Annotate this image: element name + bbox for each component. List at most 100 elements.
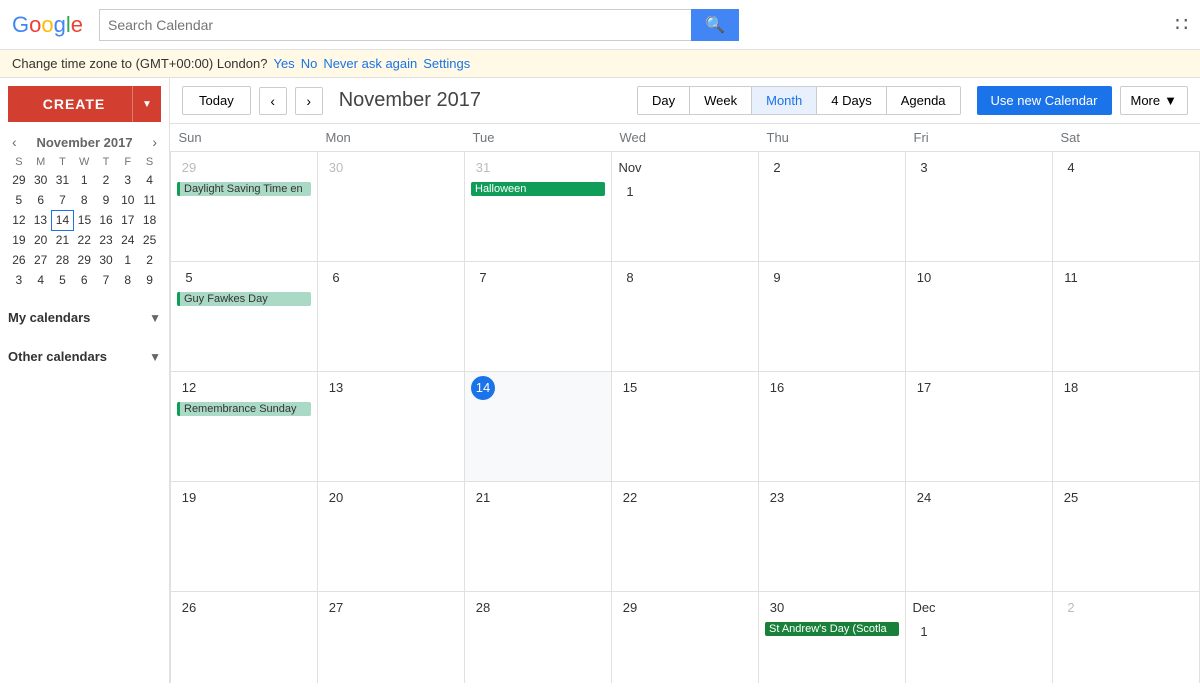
day-number[interactable]: 10	[912, 266, 936, 290]
mini-cal-day[interactable]: 28	[52, 250, 74, 270]
mini-cal-day[interactable]: 27	[30, 250, 52, 270]
day-number[interactable]: 7	[471, 266, 495, 290]
calendar-day-cell[interactable]: 6	[318, 262, 465, 372]
calendar-day-cell[interactable]: 2	[1053, 592, 1200, 684]
calendar-day-cell[interactable]: 23	[759, 482, 906, 592]
day-number[interactable]: 14	[471, 376, 495, 400]
day-number[interactable]: 29	[618, 596, 642, 620]
event-chip[interactable]: Daylight Saving Time en	[177, 182, 311, 196]
calendar-day-cell[interactable]: 9	[759, 262, 906, 372]
mini-cal-day[interactable]: 5	[52, 270, 74, 290]
use-new-calendar-button[interactable]: Use new Calendar	[977, 86, 1112, 115]
mini-cal-day[interactable]: 3	[8, 270, 30, 290]
day-number[interactable]: 4	[1059, 156, 1083, 180]
day-number[interactable]: 2	[1059, 596, 1083, 620]
day-number[interactable]: 23	[765, 486, 789, 510]
mini-cal-day[interactable]: 8	[73, 190, 95, 210]
day-number[interactable]: 3	[912, 156, 936, 180]
apps-grid-icon[interactable]: ∷	[1175, 12, 1188, 37]
day-number[interactable]: 29	[177, 156, 201, 180]
other-calendars-header[interactable]: Other calendars ▼	[8, 345, 161, 368]
event-chip[interactable]: Guy Fawkes Day	[177, 292, 311, 306]
timezone-never[interactable]: Never ask again	[323, 56, 417, 71]
mini-cal-day[interactable]: 23	[95, 230, 117, 250]
view-week[interactable]: Week	[690, 87, 752, 114]
day-number[interactable]: 19	[177, 486, 201, 510]
calendar-day-cell[interactable]: 13	[318, 372, 465, 482]
calendar-day-cell[interactable]: 31Halloween	[465, 152, 612, 262]
mini-cal-day[interactable]: 2	[95, 170, 117, 190]
day-number[interactable]: 17	[912, 376, 936, 400]
day-number[interactable]: 21	[471, 486, 495, 510]
search-button[interactable]: 🔍	[691, 9, 739, 41]
calendar-day-cell[interactable]: 2	[759, 152, 906, 262]
mini-cal-day[interactable]: 12	[8, 210, 30, 230]
calendar-day-cell[interactable]: 3	[906, 152, 1053, 262]
mini-cal-day[interactable]: 1	[73, 170, 95, 190]
mini-cal-day[interactable]: 5	[8, 190, 30, 210]
mini-cal-day[interactable]: 31	[52, 170, 74, 190]
create-button[interactable]: CREATE ▼	[8, 86, 161, 122]
mini-cal-day[interactable]: 7	[95, 270, 117, 290]
day-number[interactable]: 20	[324, 486, 348, 510]
my-calendars-header[interactable]: My calendars ▼	[8, 306, 161, 329]
mini-cal-day[interactable]: 26	[8, 250, 30, 270]
mini-cal-day[interactable]: 29	[8, 170, 30, 190]
day-number[interactable]: 18	[1059, 376, 1083, 400]
view-agenda[interactable]: Agenda	[887, 87, 960, 114]
mini-cal-day[interactable]: 16	[95, 210, 117, 230]
calendar-day-cell[interactable]: Dec 1	[906, 592, 1053, 684]
mini-cal-day[interactable]: 1	[117, 250, 139, 270]
mini-cal-day[interactable]: 20	[30, 230, 52, 250]
calendar-day-cell[interactable]: 26	[171, 592, 318, 684]
calendar-day-cell[interactable]: 18	[1053, 372, 1200, 482]
event-chip[interactable]: Halloween	[471, 182, 605, 196]
calendar-day-cell[interactable]: 15	[612, 372, 759, 482]
mini-cal-day[interactable]: 17	[117, 210, 139, 230]
calendar-day-cell[interactable]: 20	[318, 482, 465, 592]
next-month-button[interactable]: ›	[295, 87, 323, 115]
prev-month-button[interactable]: ‹	[259, 87, 287, 115]
mini-cal-day[interactable]: 18	[139, 210, 161, 230]
search-input[interactable]	[99, 9, 691, 41]
calendar-day-cell[interactable]: 11	[1053, 262, 1200, 372]
event-chip[interactable]: Remembrance Sunday	[177, 402, 311, 416]
calendar-day-cell[interactable]: Nov 1	[612, 152, 759, 262]
day-number[interactable]: 11	[1059, 266, 1083, 290]
day-number[interactable]: 2	[765, 156, 789, 180]
day-number[interactable]: 5	[177, 266, 201, 290]
day-number[interactable]: 12	[177, 376, 201, 400]
calendar-day-cell[interactable]: 29	[612, 592, 759, 684]
mini-cal-day[interactable]: 6	[73, 270, 95, 290]
mini-cal-day[interactable]: 2	[139, 250, 161, 270]
day-number[interactable]: 13	[324, 376, 348, 400]
calendar-day-cell[interactable]: 12 Remembrance Sunday	[171, 372, 318, 482]
calendar-day-cell[interactable]: 28	[465, 592, 612, 684]
day-number[interactable]: 30	[324, 156, 348, 180]
calendar-day-cell[interactable]: 24	[906, 482, 1053, 592]
mini-cal-day[interactable]: 24	[117, 230, 139, 250]
calendar-day-cell[interactable]: 30	[318, 152, 465, 262]
mini-cal-day[interactable]: 21	[52, 230, 74, 250]
day-number[interactable]: 16	[765, 376, 789, 400]
timezone-yes[interactable]: Yes	[273, 56, 294, 71]
mini-cal-day[interactable]: 4	[139, 170, 161, 190]
day-number[interactable]: Nov 1	[618, 156, 642, 180]
mini-cal-day[interactable]: 30	[95, 250, 117, 270]
day-number[interactable]: 9	[765, 266, 789, 290]
calendar-day-cell[interactable]: 22	[612, 482, 759, 592]
day-number[interactable]: Dec 1	[912, 596, 936, 620]
mini-cal-day[interactable]: 11	[139, 190, 161, 210]
mini-cal-day[interactable]: 13	[30, 210, 52, 230]
timezone-no[interactable]: No	[301, 56, 318, 71]
mini-cal-day[interactable]: 14	[52, 210, 74, 230]
mini-cal-day[interactable]: 8	[117, 270, 139, 290]
day-number[interactable]: 30	[765, 596, 789, 620]
view-4days[interactable]: 4 Days	[817, 87, 886, 114]
calendar-day-cell[interactable]: 17	[906, 372, 1053, 482]
day-number[interactable]: 27	[324, 596, 348, 620]
mini-cal-day[interactable]: 6	[30, 190, 52, 210]
day-number[interactable]: 25	[1059, 486, 1083, 510]
calendar-day-cell[interactable]: 25	[1053, 482, 1200, 592]
calendar-day-cell[interactable]: 10	[906, 262, 1053, 372]
